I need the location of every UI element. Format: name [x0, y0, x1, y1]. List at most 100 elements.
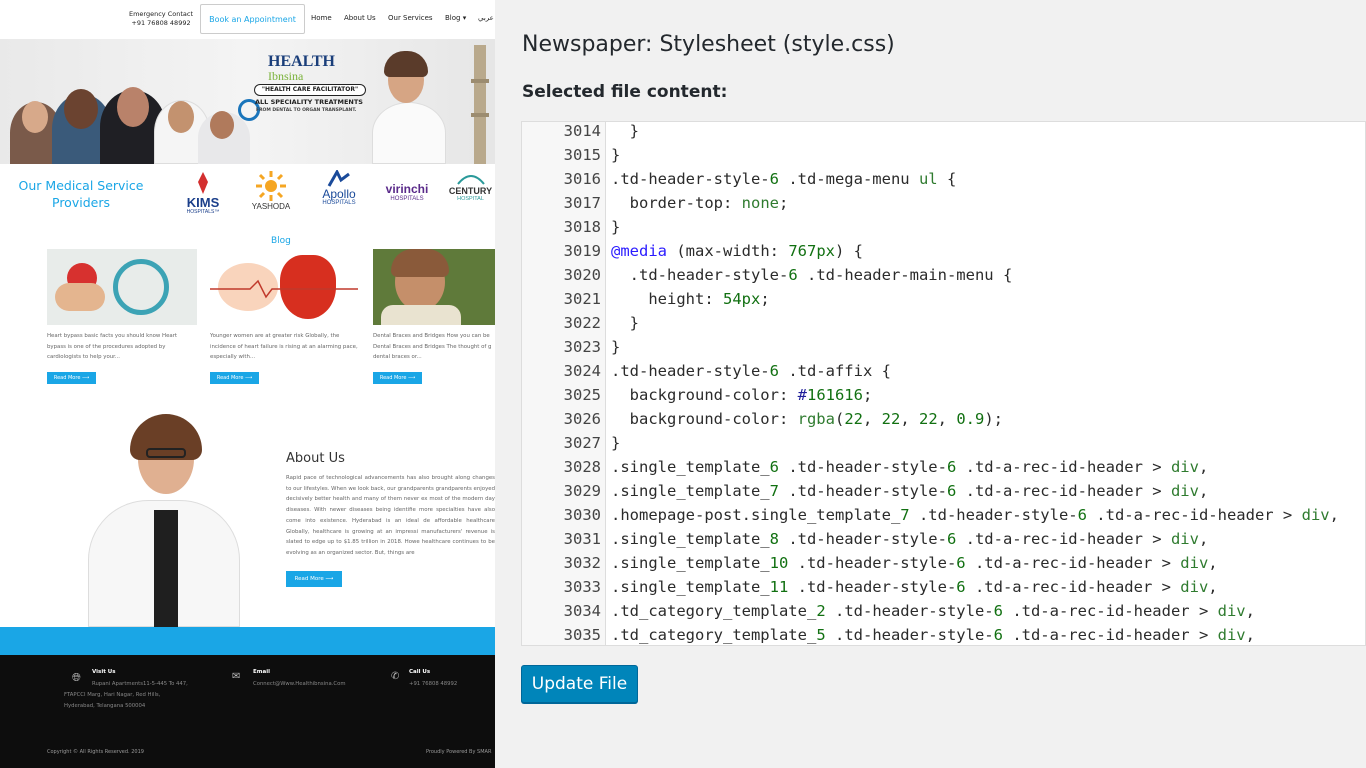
code-text[interactable]: .td_category_template_2 .td-header-style…	[611, 599, 1255, 623]
blog-image-heart-bypass[interactable]	[47, 249, 197, 325]
code-line[interactable]: 3033 .single_template_11 .td-header-style…	[522, 575, 1365, 599]
footer-visit-line-1: Rupani Apartments11-5-445 To 447,	[92, 681, 188, 687]
nav-arabic[interactable]: عربي	[478, 14, 494, 22]
code-text[interactable]: .homepage-post.single_template_7 .td-hea…	[611, 503, 1339, 527]
line-number: 3017	[563, 194, 601, 212]
provider-logo-yashoda[interactable]: YASHODA	[244, 170, 298, 211]
footer-visit-line-3: Hyderabad, Telangana 500004	[64, 703, 146, 709]
code-text[interactable]: }	[611, 335, 620, 359]
line-number: 3018	[563, 218, 601, 236]
footer-visit-line-2: FTAPCCI Marg, Hari Nagar, Red Hills,	[64, 692, 161, 698]
line-number: 3030	[563, 506, 601, 524]
code-text[interactable]: .td-header-style-6 .td-header-main-menu …	[611, 263, 1013, 287]
code-line[interactable]: 3023}	[522, 335, 1365, 359]
code-line[interactable]: 3020 .td-header-style-6 .td-header-main-…	[522, 263, 1365, 287]
line-number: 3027	[563, 434, 601, 452]
provider-sub: HOSPITALS™	[186, 209, 220, 215]
code-line[interactable]: 3030 .homepage-post.single_template_7 .td…	[522, 503, 1365, 527]
footer-copyright: Copyright © All Rights Reserved. 2019	[47, 749, 144, 755]
code-text[interactable]: }	[611, 122, 639, 143]
code-text[interactable]: height: 54px;	[611, 287, 769, 311]
code-line[interactable]: 3014 }	[522, 122, 1365, 143]
provider-name: virinchi	[385, 182, 429, 196]
emergency-phone[interactable]: +91 76808 48992	[122, 19, 200, 28]
code-line[interactable]: 3027}	[522, 431, 1365, 455]
nav-services[interactable]: Our Services	[388, 14, 433, 22]
code-text[interactable]: background-color: rgba(22, 22, 22, 0.9);	[611, 407, 1003, 431]
provider-logo-century[interactable]: CENTURY HOSPITAL	[446, 170, 495, 202]
code-text[interactable]: .td-header-style-6 .td-mega-menu ul {	[611, 167, 956, 191]
about-title: About Us	[286, 451, 345, 466]
code-text[interactable]: }	[611, 431, 620, 455]
line-number: 3029	[563, 482, 601, 500]
code-line[interactable]: 3021 height: 54px;	[522, 287, 1365, 311]
code-text[interactable]: .single_template_6 .td-header-style-6 .t…	[611, 455, 1208, 479]
code-line[interactable]: 3024 .td-header-style-6 .td-affix {	[522, 359, 1365, 383]
update-file-button[interactable]: Update File	[521, 665, 638, 703]
provider-name: CENTURY	[448, 186, 493, 196]
blog-image-heart-failure[interactable]	[210, 249, 358, 325]
code-line[interactable]: 3015}	[522, 143, 1365, 167]
nav-blog[interactable]: Blog ▾	[445, 14, 466, 22]
footer-accent-band	[0, 627, 495, 655]
code-text[interactable]: .single_template_8 .td-header-style-6 .t…	[611, 527, 1208, 551]
code-line[interactable]: 3017 border-top: none;	[522, 191, 1365, 215]
provider-sub: HOSPITAL	[457, 196, 484, 202]
line-number: 3028	[563, 458, 601, 476]
code-line[interactable]: 3035 .td_category_template_5 .td-header-s…	[522, 623, 1365, 645]
provider-logo-apollo[interactable]: Apollo HOSPITALS	[310, 170, 368, 206]
footer-email-title: Email	[253, 669, 270, 675]
phone-icon: ✆	[391, 671, 400, 682]
code-line[interactable]: 3019 @media (max-width: 767px) {	[522, 239, 1365, 263]
about-read-more-button[interactable]: Read More ⟶	[286, 571, 342, 587]
emergency-contact: Emergency Contact +91 76808 48992	[122, 10, 200, 28]
code-text[interactable]: border-top: none;	[611, 191, 789, 215]
code-text[interactable]: .single_template_11 .td-header-style-6 .…	[611, 575, 1218, 599]
code-text[interactable]: .td-header-style-6 .td-affix {	[611, 359, 891, 383]
globe-icon: 🌐︎	[72, 671, 81, 684]
line-number: 3035	[563, 626, 601, 644]
provider-logo-kims[interactable]: KIMS HOSPITALS™	[176, 170, 230, 215]
read-more-button[interactable]: Read More ⟶	[373, 372, 422, 384]
read-more-button[interactable]: Read More ⟶	[210, 372, 259, 384]
book-appointment-button[interactable]: Book an Appointment	[200, 4, 305, 34]
read-more-button[interactable]: Read More ⟶	[47, 372, 96, 384]
heartbeat-line-icon	[210, 279, 358, 299]
code-line[interactable]: 3018}	[522, 215, 1365, 239]
code-line[interactable]: 3016 .td-header-style-6 .td-mega-menu ul …	[522, 167, 1365, 191]
code-line[interactable]: 3029 .single_template_7 .td-header-style-…	[522, 479, 1365, 503]
code-line[interactable]: 3025 background-color: #161616;	[522, 383, 1365, 407]
line-number: 3024	[563, 362, 601, 380]
hero-banner: HEALTH Ibnsina "HEALTH CARE FACILITATOR"…	[0, 39, 495, 164]
footer-powered-by[interactable]: Proudly Powered By SMAR	[426, 749, 491, 755]
code-line[interactable]: 3034 .td_category_template_2 .td-header-s…	[522, 599, 1365, 623]
code-text[interactable]: .single_template_7 .td-header-style-6 .t…	[611, 479, 1208, 503]
footer-email-text[interactable]: Connect@Www.Healthibnsina.Com	[253, 679, 346, 690]
code-editor[interactable]: 3014 } 3015} 3016 .td-header-style-6 .td-me…	[521, 121, 1366, 646]
blog-image-dental-braces[interactable]	[373, 249, 495, 325]
code-text[interactable]: }	[611, 215, 620, 239]
code-line[interactable]: 3028 .single_template_6 .td-header-style-…	[522, 455, 1365, 479]
code-line[interactable]: 3026 background-color: rgba(22, 22, 22, …	[522, 407, 1365, 431]
nav-home[interactable]: Home	[311, 14, 332, 22]
code-text[interactable]: .td_category_template_5 .td-header-style…	[611, 623, 1255, 645]
code-text[interactable]: @media (max-width: 767px) {	[611, 239, 863, 263]
provider-name: Apollo	[322, 187, 356, 201]
provider-sub: HOSPITALS	[322, 200, 356, 206]
provider-logo-virinchi[interactable]: virinchi HOSPITALS	[378, 182, 436, 202]
code-text[interactable]: }	[611, 143, 620, 167]
code-line[interactable]: 3022 }	[522, 311, 1365, 335]
line-number: 3025	[563, 386, 601, 404]
about-doctor-image	[88, 410, 240, 627]
code-text[interactable]: .single_template_10 .td-header-style-6 .…	[611, 551, 1218, 575]
blog-card-excerpt: Dental Braces and Bridges How you can be…	[373, 333, 492, 360]
footer-call-text[interactable]: +91 76808 48992	[409, 679, 457, 690]
code-line[interactable]: 3031 .single_template_8 .td-header-style-…	[522, 527, 1365, 551]
code-text[interactable]: }	[611, 311, 639, 335]
code-text[interactable]: background-color: #161616;	[611, 383, 873, 407]
line-number: 3026	[563, 410, 601, 428]
line-number: 3031	[563, 530, 601, 548]
code-line[interactable]: 3032 .single_template_10 .td-header-style…	[522, 551, 1365, 575]
blog-card-excerpt: Heart bypass basic facts you should know…	[47, 333, 178, 360]
nav-about[interactable]: About Us	[344, 14, 376, 22]
